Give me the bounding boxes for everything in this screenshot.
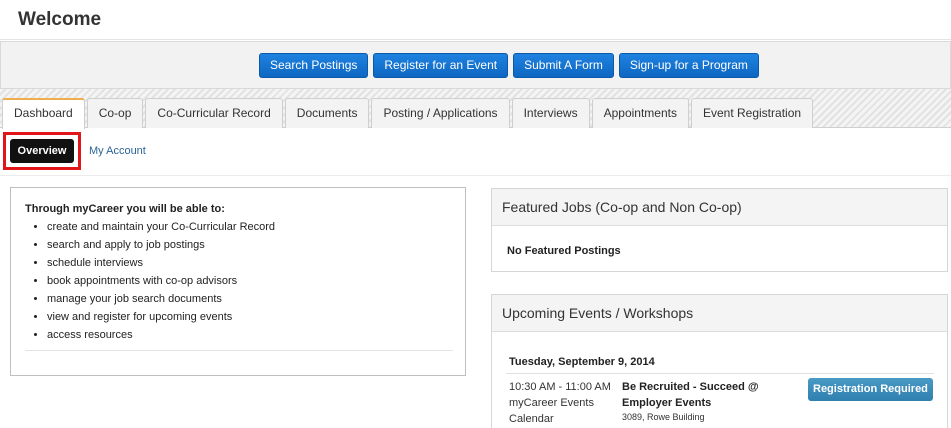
list-item: view and register for upcoming events — [47, 308, 275, 326]
signup-program-button[interactable]: Sign-up for a Program — [618, 53, 759, 78]
tab-posting-applications[interactable]: Posting / Applications — [371, 98, 510, 128]
tab-co-curricular-record[interactable]: Co-Curricular Record — [145, 98, 283, 128]
list-item: schedule interviews — [47, 254, 275, 272]
tab-list: Dashboard Co-op Co-Curricular Record Doc… — [2, 98, 814, 129]
tab-strip: Dashboard Co-op Co-Curricular Record Doc… — [0, 89, 951, 129]
overview-button[interactable]: Overview — [10, 139, 74, 163]
event-date: Tuesday, September 9, 2014 — [509, 356, 655, 368]
featured-jobs-panel: Featured Jobs (Co-op and Non Co-op) No F… — [491, 188, 948, 272]
search-postings-button[interactable]: Search Postings — [259, 53, 369, 78]
list-item: manage your job search documents — [47, 290, 275, 308]
event-calendar: myCareer Events Calendar — [509, 397, 594, 425]
divider — [25, 350, 453, 351]
page-header: Welcome — [0, 0, 951, 40]
event-time-range: 10:30 AM - 11:00 AM — [509, 381, 611, 393]
event-time: 10:30 AM - 11:00 AM myCareer Events Cale… — [509, 379, 619, 427]
page-title: Welcome — [18, 9, 102, 30]
list-item: access resources — [47, 326, 275, 344]
submit-form-button[interactable]: Submit A Form — [513, 53, 614, 78]
event-title-link[interactable]: Be Recruited - Succeed @ Employer Events — [622, 379, 782, 411]
tab-dashboard[interactable]: Dashboard — [2, 98, 85, 129]
my-account-link[interactable]: My Account — [89, 145, 146, 157]
tab-co-op[interactable]: Co-op — [86, 98, 144, 128]
action-buttons: Search Postings Register for an Event Su… — [259, 53, 759, 78]
action-bar: Search Postings Register for an Event Su… — [0, 41, 951, 89]
intro-panel: Through myCareer you will be able to: cr… — [10, 187, 466, 376]
featured-jobs-title: Featured Jobs (Co-op and Non Co-op) — [492, 189, 947, 226]
tab-appointments[interactable]: Appointments — [591, 98, 689, 128]
tab-interviews[interactable]: Interviews — [511, 98, 590, 128]
featured-empty-text: No Featured Postings — [507, 245, 621, 257]
list-item: create and maintain your Co-Curricular R… — [47, 218, 275, 236]
registration-required-button[interactable]: Registration Required — [808, 378, 933, 401]
upcoming-events-title: Upcoming Events / Workshops — [492, 295, 947, 332]
tab-event-registration[interactable]: Event Registration — [690, 98, 814, 128]
list-item: book appointments with co-op advisors — [47, 272, 275, 290]
tab-documents[interactable]: Documents — [284, 98, 370, 128]
list-item: search and apply to job postings — [47, 236, 275, 254]
divider — [506, 373, 934, 374]
event-location: 3089, Rowe Building — [622, 412, 705, 422]
intro-list: create and maintain your Co-Curricular R… — [47, 218, 275, 344]
intro-heading: Through myCareer you will be able to: — [25, 203, 225, 215]
overview-highlight: Overview — [3, 132, 81, 170]
upcoming-events-panel: Upcoming Events / Workshops Tuesday, Sep… — [491, 294, 948, 428]
register-event-button[interactable]: Register for an Event — [373, 53, 509, 78]
sub-navigation: Overview My Account — [0, 128, 951, 176]
